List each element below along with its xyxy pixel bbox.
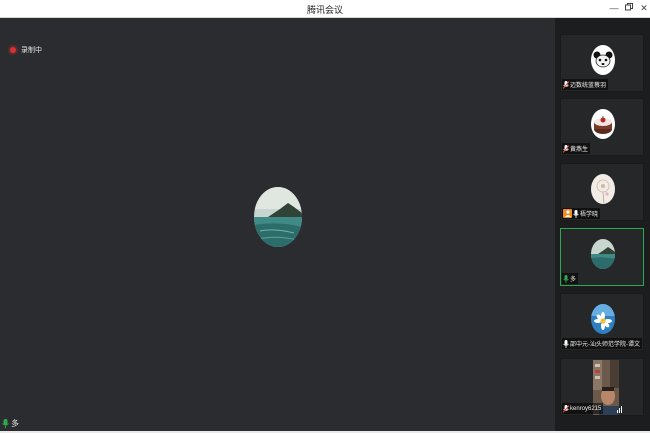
participant-label: 黄燕生: [562, 143, 591, 154]
participant-label: 邵中元-汕头师范学院-谭文: [562, 338, 642, 349]
panda-face-icon: [591, 45, 615, 75]
seascape-icon: [254, 187, 302, 247]
person-icon: [564, 210, 571, 217]
restore-icon: [625, 3, 633, 11]
restore-button[interactable]: [622, 2, 636, 15]
record-dot-icon: [10, 47, 16, 53]
participant-avatar: [591, 174, 615, 204]
main-video-area[interactable]: 录制中 多: [0, 18, 555, 431]
dandelion-icon: [591, 174, 615, 204]
mic-speaking-icon: [2, 419, 9, 428]
participant-label: 梧学晓: [562, 208, 601, 219]
host-badge: [563, 209, 572, 218]
participant-avatar: [591, 109, 615, 139]
mic-speaking-icon: [563, 274, 569, 283]
recording-indicator[interactable]: 录制中: [10, 45, 42, 55]
participant-tile[interactable]: 迈数统蓝蔡羽: [560, 34, 644, 92]
participant-label: 迈数统蓝蔡羽: [562, 79, 609, 90]
mic-muted-icon: [563, 80, 569, 89]
mic-muted-icon: [563, 404, 569, 413]
participant-avatar: [591, 239, 615, 269]
participant-tile[interactable]: 梧学晓: [560, 163, 644, 221]
daisy-icon: [591, 304, 615, 334]
mic-icon: [573, 209, 579, 218]
signal-bars-icon: [617, 406, 622, 413]
recording-label: 录制中: [21, 47, 42, 54]
mic-muted-icon: [563, 144, 569, 153]
title-bar: 腾讯会议 — ✕: [0, 0, 650, 18]
window-title: 腾讯会议: [306, 5, 343, 15]
participant-label: 多: [562, 273, 579, 284]
participant-name: 迈数统蓝蔡羽: [570, 83, 607, 89]
mic-icon: [563, 339, 569, 348]
main-speaker-avatar: [254, 187, 302, 247]
seascape-icon: [591, 239, 615, 269]
participant-avatar: [591, 304, 615, 334]
participant-name: kenroy6215: [570, 405, 602, 412]
participant-avatar: [591, 45, 615, 75]
minimize-button[interactable]: —: [607, 2, 621, 15]
participant-name: 邵中元-汕头师范学院-谭文: [570, 342, 640, 348]
close-button[interactable]: ✕: [637, 2, 650, 15]
participant-tile-active[interactable]: 多: [560, 228, 644, 286]
participant-sidebar[interactable]: 迈数统蓝蔡羽 黄燕生 梧学晓 多 邵中元-汕头师范学院-谭文 kenroy621…: [555, 18, 650, 431]
participant-label: kenroy6215: [562, 403, 604, 414]
participant-name: 多: [570, 277, 577, 283]
participant-tile[interactable]: 黄燕生: [560, 98, 644, 156]
participant-name: 梧学晓: [580, 212, 599, 218]
participant-tile[interactable]: 邵中元-汕头师范学院-谭文: [560, 293, 644, 351]
participant-name: 黄燕生: [570, 147, 589, 153]
cake-icon: [591, 109, 615, 139]
main-speaker-label: 多: [2, 418, 19, 429]
main-speaker-name: 多: [11, 419, 19, 428]
participant-tile[interactable]: kenroy6215: [560, 358, 644, 416]
